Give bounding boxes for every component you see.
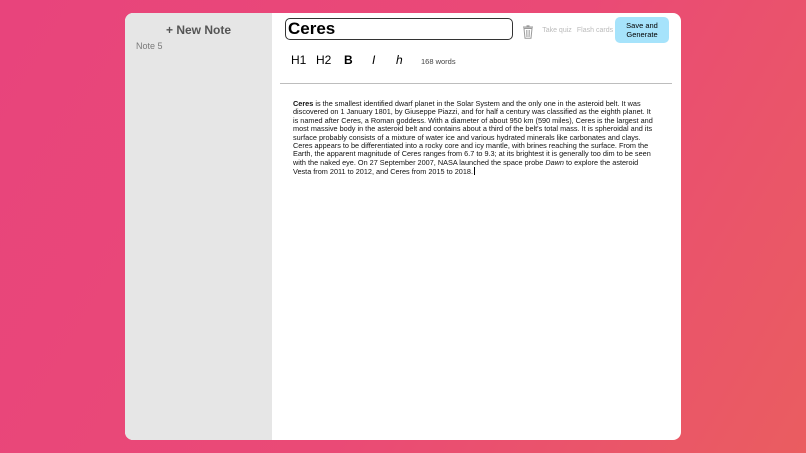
note-content-editor[interactable]: Ceres is the smallest identified dwarf p… xyxy=(293,99,653,177)
italic-button[interactable]: I xyxy=(372,53,375,67)
save-and-generate-button[interactable]: Save and Generate xyxy=(615,17,669,43)
sidebar: + New Note Note 5 xyxy=(125,13,272,440)
toolbar-divider xyxy=(280,83,672,84)
trash-icon[interactable] xyxy=(522,25,534,39)
bold-button[interactable]: B xyxy=(344,53,353,67)
flash-cards-button[interactable]: Flash cards xyxy=(575,19,615,41)
note-title-input[interactable] xyxy=(285,18,513,40)
text-caret xyxy=(473,167,475,176)
sidebar-item-note[interactable]: Note 5 xyxy=(136,41,163,51)
take-quiz-button[interactable]: Take quiz xyxy=(537,19,577,41)
h2-button[interactable]: H2 xyxy=(316,53,331,67)
italic-text: Dawn xyxy=(545,157,564,167)
h1-button[interactable]: H1 xyxy=(291,53,306,67)
new-note-button[interactable]: + New Note xyxy=(125,23,272,37)
word-count: 168 words xyxy=(421,57,456,66)
notes-app-window: + New Note Note 5 Take quiz Flash cards … xyxy=(125,13,681,440)
small-heading-button[interactable]: h xyxy=(396,53,403,67)
body-text: is the smallest identified dwarf planet … xyxy=(293,99,653,167)
